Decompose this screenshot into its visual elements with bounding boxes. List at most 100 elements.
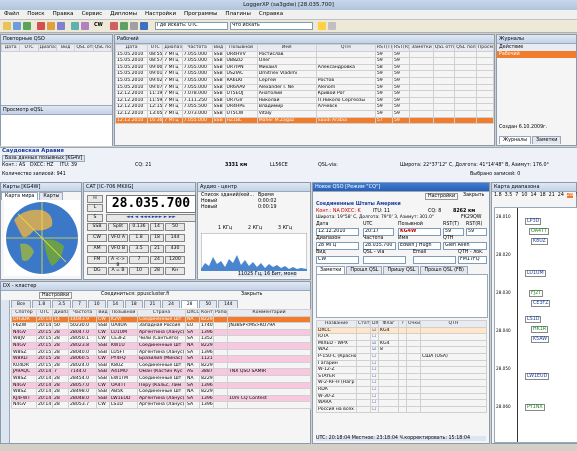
cat-s-button[interactable]: S — [87, 214, 103, 222]
band-map-band[interactable]: 14 — [530, 193, 536, 198]
cluster-row[interactable]: N4GV 20:15 28 28047.0 CW LU1UM Аргентина (Лану… — [11, 328, 311, 337]
column-header[interactable]: Флаг — [378, 320, 399, 328]
clear-search-icon[interactable] — [328, 22, 336, 30]
column-header[interactable]: Частота — [68, 309, 97, 317]
checkbox[interactable]: ☑ — [370, 326, 379, 335]
cluster-row[interactable]: W8JV 20:15 28 28050.1 CW CE3FZ Чили (Сантьяго)… — [11, 335, 311, 343]
cat-button[interactable]: 18 — [150, 234, 164, 242]
checkbox[interactable]: ☐ — [370, 392, 379, 401]
table-row[interactable]: 12.12.2010 11:19 7 МГц 7.078.000 SSB UT5EOJ Ан… — [114, 90, 495, 98]
cluster-row[interactable]: N4GV 20:14 28 28053.7 CW LS1D Аргентина (Ланус… — [11, 401, 311, 409]
column-header[interactable]: Просм — [475, 44, 495, 52]
cluster-band-tab[interactable]: 14 — [106, 300, 125, 308]
cluster-icon[interactable] — [110, 22, 118, 30]
qso-settings-button[interactable]: Настройки — [425, 193, 459, 200]
cluster-row[interactable]: N4GV 20:14 28 28057.0 CW OA4TT Перу (Кальс, Ли… — [11, 381, 311, 390]
qth-field[interactable]: Glen Allen — [443, 242, 487, 250]
band-map-spot[interactable]: HK1R — [531, 326, 549, 333]
checkbox[interactable]: ☐ — [370, 372, 379, 381]
cat-button[interactable]: FM — [87, 256, 107, 264]
column-header[interactable]: Конт — [199, 309, 214, 317]
cat-button[interactable]: SSB — [87, 223, 107, 231]
cluster-band-tab[interactable]: Все — [11, 300, 32, 308]
cat-button[interactable]: DG — [87, 267, 107, 275]
column-header[interactable]: QSL отпр — [432, 44, 456, 52]
email-field[interactable] — [413, 256, 456, 264]
cluster-band-tab[interactable]: 10 — [87, 300, 106, 308]
column-header[interactable]: Рапорт — [213, 309, 228, 317]
column-header[interactable]: Заметки — [409, 44, 434, 52]
table-row[interactable]: 15.05.2010 09:01 7 МГц 7.055.000 SSB US2IAC Dm… — [114, 70, 495, 78]
column-header[interactable]: ? — [398, 320, 407, 328]
tab-world-map[interactable]: Карта мира — [1, 192, 39, 200]
band-map-spot[interactable]: LS1D — [525, 316, 542, 323]
cat-button[interactable]: 10 — [129, 267, 149, 275]
diploma-row[interactable]: STAYER ☐ — [316, 372, 487, 381]
checkbox[interactable]: ☐ — [370, 379, 379, 387]
qso-tab[interactable]: Прошл QSL — [346, 266, 383, 274]
checkbox[interactable]: ☐ — [370, 333, 379, 341]
cat-button[interactable]: 24 — [150, 256, 164, 264]
menu-item[interactable]: Плагины — [221, 10, 254, 19]
column-header[interactable]: Позывной — [224, 44, 258, 52]
cat-button[interactable]: A = B — [108, 267, 128, 275]
cluster-row[interactable]: N4GV 20:15 28 28023.8 SSB KW1U Соединенные Шт N… — [11, 341, 311, 350]
column-header[interactable]: UTC — [36, 309, 53, 317]
column-header[interactable]: Имя — [256, 44, 317, 52]
open-icon[interactable] — [13, 22, 21, 30]
diploma-row[interactable]: MIXED - WPX ☑ KG4 — [316, 339, 487, 348]
qthloc-field[interactable]: FM17FQ — [458, 256, 487, 264]
settings-icon[interactable] — [140, 22, 148, 30]
cluster-band-tab[interactable]: 1.8 — [32, 300, 52, 308]
cat-button[interactable]: VFO A — [108, 234, 128, 242]
band-map-band[interactable]: 1.8 — [494, 193, 502, 198]
cat-button[interactable]: 14 — [150, 223, 164, 231]
date-field[interactable]: 12.12.2010 — [316, 228, 359, 236]
cat-tuning-buttons[interactable]: ◄◄ ◄ ◄◄◄ ►►► ► ►► — [106, 214, 196, 222]
callsign-field[interactable]: KG4W — [398, 228, 441, 236]
audio-item-name[interactable]: Новый — [201, 199, 217, 204]
cluster-band-tab[interactable]: 7 — [72, 300, 87, 308]
cluster-row[interactable]: KU4DR 20:15 28 28024.0 SSB K8UZ Соединенные Шт… — [11, 361, 311, 370]
band-map-spot[interactable]: PY1NX — [525, 404, 545, 411]
qso-tab[interactable]: Пришу QSL — [383, 266, 420, 274]
cluster-band-tab[interactable]: 144 — [218, 300, 239, 308]
edit-icon[interactable] — [47, 22, 55, 30]
table-row[interactable]: 15.05.2010 09:02 7 МГц 7.055.000 SSB RA6LKI Се… — [114, 76, 495, 85]
cat-button[interactable]: 7 — [129, 256, 149, 264]
qso-close-button[interactable]: Закрыть — [463, 193, 484, 198]
table-row[interactable]: 15.05.2010 08:55 7 МГц 7.055.000 SSB UR4HVV Ро… — [114, 50, 495, 59]
diploma-row[interactable]: W-12-Z ☐ — [316, 366, 487, 374]
band-map-band[interactable]: 21 — [549, 193, 555, 198]
menu-item[interactable]: Настройки — [141, 10, 180, 19]
table-row[interactable]: 12.12.2010 13:05 7 МГц 7.073.000 SSB UT5CW Vit… — [114, 109, 495, 118]
column-header[interactable]: RST(R) — [391, 44, 411, 52]
cluster-band-tab[interactable]: 21 — [143, 300, 162, 308]
column-header[interactable]: Дата — [0, 44, 21, 52]
cluster-row[interactable]: W8SZ 20:14 28 28498.0 SSB AB5K Соединенные Шт N… — [11, 388, 311, 396]
column-header[interactable]: QTH — [315, 44, 376, 52]
cat-button[interactable]: 1200 — [165, 256, 185, 264]
map-icon[interactable] — [71, 22, 79, 30]
diploma-row[interactable]: Гагарин ☐ — [316, 359, 487, 368]
band-map-spot[interactable]: K5AW — [531, 336, 549, 343]
name-field[interactable]: Edwin J Hugh — [398, 242, 441, 250]
column-header[interactable]: Диапазон — [37, 44, 57, 52]
column-header[interactable]: Статус — [356, 320, 371, 328]
column-header[interactable]: QSL получ — [92, 44, 113, 52]
column-header[interactable]: Страна — [137, 309, 186, 317]
menu-item[interactable]: Правка — [49, 10, 78, 19]
stats-icon[interactable] — [130, 22, 138, 30]
cat-h-button[interactable]: H — [87, 195, 103, 203]
column-header[interactable]: Дата — [114, 44, 149, 52]
cluster-row[interactable]: W8SZ 20:14 28 28454.0 SSB EW1TM Соединенные Шт… — [11, 374, 311, 383]
cat-button[interactable]: 0.136 — [129, 223, 149, 231]
cat-button[interactable]: Split — [108, 223, 128, 231]
cat-button[interactable]: A <-> B — [108, 256, 128, 268]
menu-item[interactable]: Справка — [255, 10, 287, 19]
band-map-spot[interactable]: K8UZ — [531, 238, 548, 245]
band-map-spot[interactable]: LP3D — [525, 218, 542, 225]
diploma-row[interactable]: W-2-RF-H (Нагр ☐ — [316, 379, 487, 387]
qso-tab[interactable]: Прошл QSL (FB) — [420, 266, 468, 274]
column-header[interactable]: QTH — [420, 320, 487, 328]
